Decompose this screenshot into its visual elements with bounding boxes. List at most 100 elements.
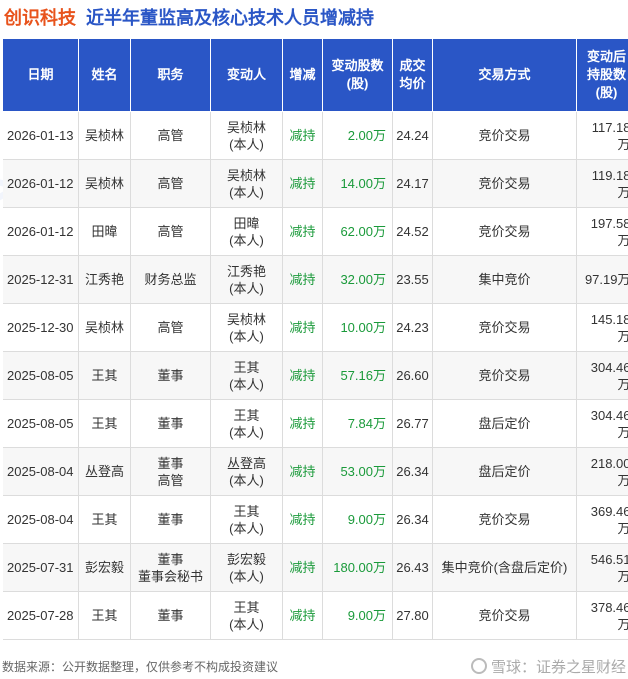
role-cell: 董事 董事会秘书 bbox=[130, 543, 211, 592]
column-header-label: 变动后 bbox=[586, 49, 626, 64]
person-cell-line: 王其 bbox=[233, 407, 260, 423]
name-cell: 田暐 bbox=[78, 207, 131, 256]
role-cell-line: 高管 bbox=[157, 128, 184, 143]
role-cell: 高管 bbox=[130, 303, 211, 352]
date-cell: 2026-01-13 bbox=[2, 111, 79, 160]
method-cell: 竞价交易 bbox=[432, 303, 577, 352]
person-cell-line: (本人) bbox=[229, 472, 264, 488]
footer: 数据来源：公开数据整理，仅供参考不构成投资建议 雪球：证券之星财经 bbox=[2, 655, 626, 677]
direction-cell: 减持 bbox=[282, 351, 323, 400]
table-row: 2025-07-31 彭宏毅 董事 董事会秘书 彭宏毅 (本人) 减持 180.00万 26.4… bbox=[2, 543, 628, 592]
method-cell: 集中竞价(含盘后定价) bbox=[432, 543, 577, 592]
method-cell: 盘后定价 bbox=[432, 447, 577, 496]
after-holdings-cell: 369.46万 bbox=[576, 495, 628, 544]
holdings-change-table: 日期 姓名 职务 变动人 增减 变动股数 (股) 成交 均价 交易方式 变动后 持股数 (股) 2026… bbox=[2, 38, 628, 640]
direction-cell: 减持 bbox=[282, 255, 323, 304]
name-cell: 江秀艳 bbox=[78, 255, 131, 304]
role-cell-line: 董事会秘书 bbox=[137, 568, 203, 584]
table-header-row: 日期 姓名 职务 变动人 增减 变动股数 (股) 成交 均价 交易方式 变动后 持股数 (股) bbox=[2, 38, 628, 112]
direction-cell: 减持 bbox=[282, 111, 323, 160]
role-cell: 高管 bbox=[130, 111, 211, 160]
price-cell: 26.60 bbox=[392, 351, 433, 400]
shares-cell: 62.00万 bbox=[322, 207, 393, 256]
title-bar: 创识科技 近半年董监高及核心技术人员增减持 bbox=[0, 0, 628, 34]
shares-cell: 53.00万 bbox=[322, 447, 393, 496]
price-cell: 27.80 bbox=[392, 591, 433, 640]
shares-cell: 9.00万 bbox=[322, 591, 393, 640]
role-cell-line: 董事 bbox=[157, 551, 184, 567]
role-cell: 高管 bbox=[130, 159, 211, 208]
direction-cell: 减持 bbox=[282, 543, 323, 592]
column-header-label: 日期 bbox=[27, 67, 54, 82]
role-cell-line: 董事 bbox=[157, 368, 184, 383]
column-header-label: (股) bbox=[346, 76, 369, 91]
name-cell: 丛登高 bbox=[78, 447, 131, 496]
method-cell: 竞价交易 bbox=[432, 207, 577, 256]
role-cell: 董事 bbox=[130, 591, 211, 640]
person-cell-line: 彭宏毅 bbox=[226, 551, 266, 567]
person-cell-line: 王其 bbox=[233, 503, 260, 519]
person-cell: 吴桢林 (本人) bbox=[210, 111, 283, 160]
person-cell: 王其 (本人) bbox=[210, 495, 283, 544]
shares-cell: 14.00万 bbox=[322, 159, 393, 208]
direction-cell: 减持 bbox=[282, 303, 323, 352]
price-cell: 24.17 bbox=[392, 159, 433, 208]
method-cell: 竞价交易 bbox=[432, 111, 577, 160]
name-cell: 王其 bbox=[78, 399, 131, 448]
name-cell: 王其 bbox=[78, 351, 131, 400]
shares-cell: 9.00万 bbox=[322, 495, 393, 544]
person-cell-line: (本人) bbox=[229, 184, 264, 200]
person-cell-line: (本人) bbox=[229, 232, 264, 248]
person-cell-line: (本人) bbox=[229, 136, 264, 152]
role-cell-line: 高管 bbox=[157, 320, 184, 335]
column-header-label: 增减 bbox=[289, 67, 316, 82]
date-cell: 2026-01-12 bbox=[2, 207, 79, 256]
person-cell-line: (本人) bbox=[229, 328, 264, 344]
after-holdings-cell: 197.58万 bbox=[576, 207, 628, 256]
price-cell: 24.23 bbox=[392, 303, 433, 352]
price-cell: 24.52 bbox=[392, 207, 433, 256]
person-cell: 吴桢林 (本人) bbox=[210, 303, 283, 352]
column-header-label: 变动人 bbox=[226, 67, 266, 82]
column-header: 变动股数 (股) bbox=[322, 38, 393, 112]
price-cell: 26.34 bbox=[392, 447, 433, 496]
person-cell-line: 吴桢林 bbox=[226, 311, 266, 327]
after-holdings-cell: 218.00万 bbox=[576, 447, 628, 496]
column-header-label: 成交 bbox=[399, 58, 426, 73]
price-cell: 26.43 bbox=[392, 543, 433, 592]
name-cell: 吴桢林 bbox=[78, 111, 131, 160]
table-row: 2026-01-12 田暐 高管 田暐 (本人) 减持 62.00万 24.52 竞价交易 197… bbox=[2, 207, 628, 256]
page-title: 近半年董监高及核心技术人员增减持 bbox=[86, 8, 374, 28]
table-row: 2025-08-05 王其 董事 王其 (本人) 减持 57.16万 26.60 竞价交易 304… bbox=[2, 351, 628, 400]
role-cell: 董事 bbox=[130, 351, 211, 400]
after-holdings-cell: 145.18万 bbox=[576, 303, 628, 352]
column-header: 姓名 bbox=[78, 38, 131, 112]
name-cell: 王其 bbox=[78, 591, 131, 640]
person-cell: 彭宏毅 (本人) bbox=[210, 543, 283, 592]
direction-cell: 减持 bbox=[282, 447, 323, 496]
date-cell: 2025-08-04 bbox=[2, 495, 79, 544]
date-cell: 2025-08-05 bbox=[2, 399, 79, 448]
column-header-label: 交易方式 bbox=[478, 67, 531, 82]
shares-cell: 32.00万 bbox=[322, 255, 393, 304]
column-header: 变动人 bbox=[210, 38, 283, 112]
method-cell: 竞价交易 bbox=[432, 159, 577, 208]
role-cell-line: 董事 bbox=[157, 512, 184, 527]
method-cell: 集中竞价 bbox=[432, 255, 577, 304]
person-cell-line: 江秀艳 bbox=[226, 263, 266, 279]
person-cell: 江秀艳 (本人) bbox=[210, 255, 283, 304]
column-header: 日期 bbox=[2, 38, 79, 112]
table-row: 2025-08-04 丛登高 董事 高管 丛登高 (本人) 减持 53.00万 26.34 盘后定… bbox=[2, 447, 628, 496]
table-row: 2025-08-05 王其 董事 王其 (本人) 减持 7.84万 26.77 盘后定价 304.… bbox=[2, 399, 628, 448]
data-source-note: 数据来源：公开数据整理，仅供参考不构成投资建议 bbox=[2, 659, 279, 674]
role-cell-line: 高管 bbox=[157, 472, 184, 488]
after-holdings-cell: 97.19万 bbox=[576, 255, 628, 304]
person-cell: 田暐 (本人) bbox=[210, 207, 283, 256]
table-row: 2025-07-28 王其 董事 王其 (本人) 减持 9.00万 27.80 竞价交易 378.… bbox=[2, 591, 628, 640]
direction-cell: 减持 bbox=[282, 399, 323, 448]
brand-label: 雪球：证券之星财经 bbox=[490, 658, 626, 676]
column-header-label: 均价 bbox=[399, 76, 426, 91]
snowball-logo-icon bbox=[470, 658, 487, 674]
role-cell: 董事 bbox=[130, 399, 211, 448]
date-cell: 2025-07-31 bbox=[2, 543, 79, 592]
